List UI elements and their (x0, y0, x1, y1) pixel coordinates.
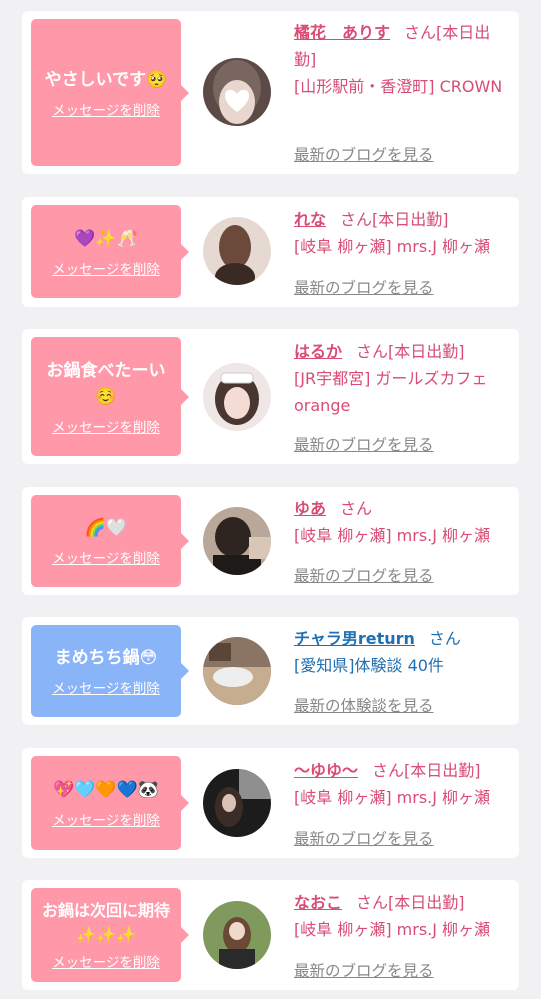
profile-info: はるか さん[本日出勤] [JR宇都宮] ガールズカフェ orange (294, 338, 512, 419)
message-card: 💖🩵🧡💙🐼 メッセージを削除 〜ゆゆ〜 さん[本日出勤] [岐阜 柳ヶ瀬] mrs… (22, 748, 519, 858)
message-card: 🌈🤍 メッセージを削除 ゆあ さん [岐阜 柳ヶ瀬] mrs.J 柳ヶ瀬 最新のブ… (22, 487, 519, 595)
message-bubble: やさしいです🥺 メッセージを削除 (31, 19, 189, 166)
honorific: さん (428, 629, 461, 648)
profile-info: なおこ さん[本日出勤] [岐阜 柳ヶ瀬] mrs.J 柳ヶ瀬 (294, 889, 512, 943)
avatar[interactable] (203, 769, 271, 837)
honorific: さん (340, 499, 373, 518)
avatar-photo (203, 507, 271, 575)
message-card: 💜✨🥂 メッセージを削除 れな さん[本日出勤] [岐阜 柳ヶ瀬] mrs.J 柳… (22, 197, 519, 307)
avatar-photo (203, 769, 271, 837)
message-text: 💜✨🥂 (74, 228, 138, 249)
delete-message-link[interactable]: メッセージを削除 (52, 951, 160, 971)
honorific: さん (356, 893, 389, 912)
avatar-photo (203, 637, 271, 705)
message-bubble: 💖🩵🧡💙🐼 メッセージを削除 (31, 756, 189, 850)
profile-info: ゆあ さん [岐阜 柳ヶ瀬] mrs.J 柳ヶ瀬 (294, 495, 512, 549)
profile-name-link[interactable]: はるか (294, 342, 342, 361)
delete-message-link[interactable]: メッセージを削除 (52, 416, 160, 436)
message-text: 🌈🤍 (84, 518, 128, 538)
profile-name-link[interactable]: なおこ (294, 893, 342, 912)
work-status: [本日出勤] (388, 342, 465, 361)
message-card: お鍋は次回に期待✨✨✨ メッセージを削除 なおこ さん[本日出勤] [岐阜 柳ヶ瀬… (22, 880, 519, 990)
message-text: お鍋は次回に期待✨✨✨ (41, 901, 170, 944)
avatar-photo (203, 58, 271, 126)
shop-details: [岐阜 柳ヶ瀬] mrs.J 柳ヶ瀬 (294, 237, 491, 256)
message-bubble: お鍋食べたーい☺️ メッセージを削除 (31, 337, 189, 456)
shop-details: [岐阜 柳ヶ瀬] mrs.J 柳ヶ瀬 (294, 526, 491, 545)
honorific: さん (372, 761, 405, 780)
honorific: さん (356, 342, 389, 361)
profile-info: 〜ゆゆ〜 さん[本日出勤] [岐阜 柳ヶ瀬] mrs.J 柳ヶ瀬 (294, 757, 512, 811)
avatar-photo (203, 901, 271, 969)
profile-name-link[interactable]: ゆあ (294, 499, 326, 518)
avatar[interactable] (203, 507, 271, 575)
avatar-photo (203, 363, 271, 431)
profile-info: チャラ男return さん [愛知県]体験談 40件 (294, 625, 512, 679)
delete-message-link[interactable]: メッセージを削除 (52, 677, 160, 697)
message-bubble: まめちち鍋😳 メッセージを削除 (31, 625, 189, 717)
delete-message-link[interactable]: メッセージを削除 (52, 547, 160, 567)
latest-blog-link[interactable]: 最新のブログを見る (294, 959, 434, 981)
latest-blog-link[interactable]: 最新のブログを見る (294, 433, 434, 455)
review-details: [愛知県]体験談 40件 (294, 656, 444, 675)
shop-details: [山形駅前・香澄町] CROWN (294, 77, 503, 96)
profile-info: れな さん[本日出勤] [岐阜 柳ヶ瀬] mrs.J 柳ヶ瀬 (294, 206, 512, 260)
avatar[interactable] (203, 901, 271, 969)
message-card: やさしいです🥺 メッセージを削除 橘花 ありす さん[本日出勤] [山形駅前・香澄… (22, 11, 519, 174)
message-bubble: 🌈🤍 メッセージを削除 (31, 495, 189, 587)
avatar[interactable] (203, 363, 271, 431)
latest-blog-link[interactable]: 最新のブログを見る (294, 276, 434, 298)
latest-review-link[interactable]: 最新の体験談を見る (294, 694, 434, 716)
shop-details: [岐阜 柳ヶ瀬] mrs.J 柳ヶ瀬 (294, 920, 491, 939)
latest-blog-link[interactable]: 最新のブログを見る (294, 143, 434, 165)
honorific: さん (340, 210, 373, 229)
work-status: [本日出勤] (404, 761, 481, 780)
profile-name-link[interactable]: チャラ男return (294, 629, 415, 648)
avatar[interactable] (203, 637, 271, 705)
message-bubble: お鍋は次回に期待✨✨✨ メッセージを削除 (31, 888, 189, 982)
work-status: [本日出勤] (372, 210, 449, 229)
message-card: まめちち鍋😳 メッセージを削除 チャラ男return さん [愛知県]体験談 40… (22, 617, 519, 725)
work-status: [本日出勤] (388, 893, 465, 912)
delete-message-link[interactable]: メッセージを削除 (52, 258, 160, 278)
message-text: まめちち鍋😳 (54, 648, 158, 668)
latest-blog-link[interactable]: 最新のブログを見る (294, 564, 434, 586)
profile-info: 橘花 ありす さん[本日出勤] [山形駅前・香澄町] CROWN (294, 19, 512, 100)
avatar[interactable] (203, 217, 271, 285)
avatar[interactable] (203, 58, 271, 126)
honorific: さん (404, 23, 437, 42)
message-text: 💖🩵🧡💙🐼 (53, 780, 159, 800)
shop-details: [JR宇都宮] ガールズカフェ orange (294, 369, 488, 415)
message-bubble: 💜✨🥂 メッセージを削除 (31, 205, 189, 298)
message-card: お鍋食べたーい☺️ メッセージを削除 はるか さん[本日出勤] [JR宇都宮] ガ… (22, 329, 519, 464)
delete-message-link[interactable]: メッセージを削除 (52, 809, 160, 829)
profile-name-link[interactable]: 〜ゆゆ〜 (294, 761, 358, 780)
message-text: やさしいです🥺 (44, 69, 168, 90)
profile-name-link[interactable]: 橘花 ありす (294, 23, 390, 42)
profile-name-link[interactable]: れな (294, 210, 326, 229)
latest-blog-link[interactable]: 最新のブログを見る (294, 827, 434, 849)
avatar-photo (203, 217, 271, 285)
message-text: お鍋食べたーい☺️ (46, 360, 166, 407)
shop-details: [岐阜 柳ヶ瀬] mrs.J 柳ヶ瀬 (294, 788, 491, 807)
delete-message-link[interactable]: メッセージを削除 (52, 99, 160, 119)
